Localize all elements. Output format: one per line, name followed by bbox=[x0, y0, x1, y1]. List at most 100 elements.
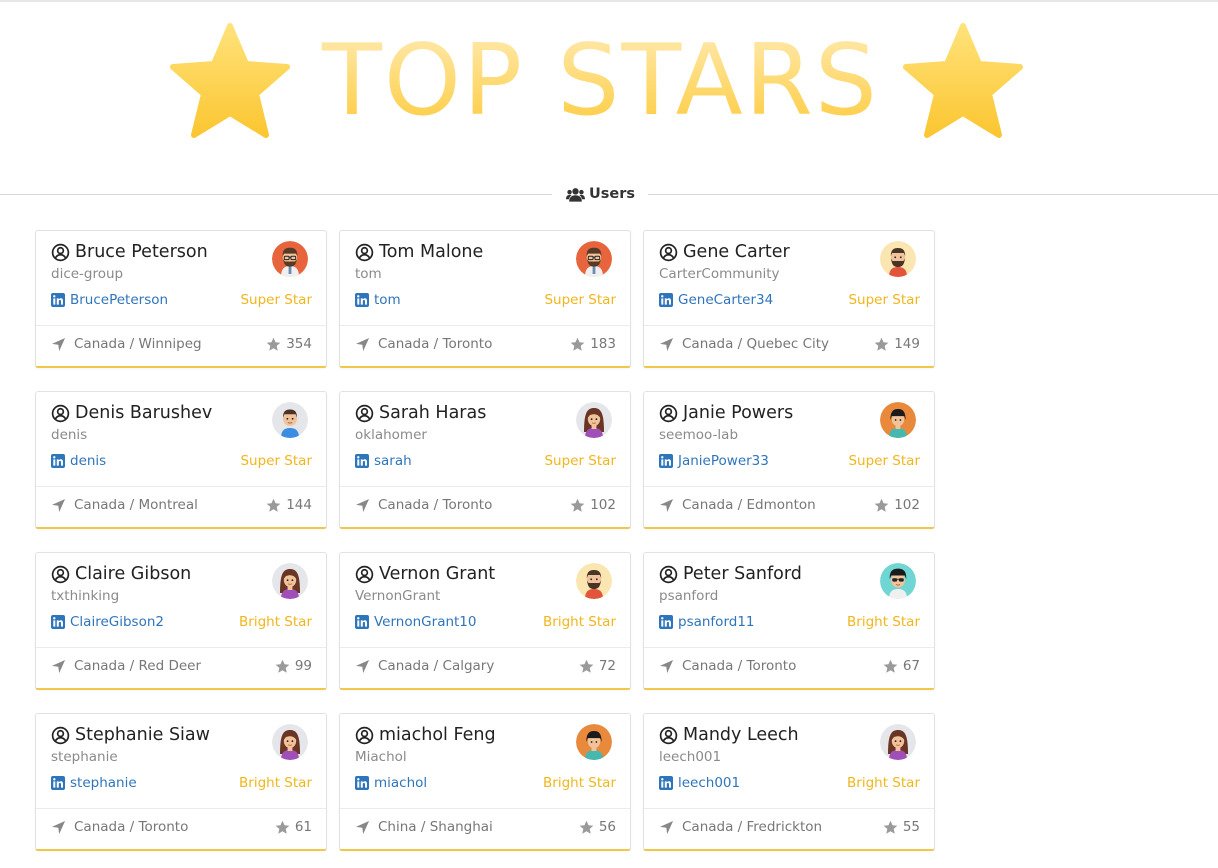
linkedin-link[interactable]: VernonGrant10 bbox=[355, 614, 477, 630]
star-icon bbox=[570, 337, 585, 351]
man-beard-yellow-icon bbox=[576, 563, 612, 599]
user-card[interactable]: Stephanie Siaw stephanie stephanie Brigh… bbox=[35, 713, 327, 851]
avatar bbox=[272, 724, 308, 760]
user-card[interactable]: Claire Gibson txthinking ClaireGibson2 B… bbox=[35, 552, 327, 690]
user-name[interactable]: Claire Gibson bbox=[75, 564, 191, 584]
user-name[interactable]: Stephanie Siaw bbox=[75, 725, 210, 745]
user-location: Canada / Toronto bbox=[355, 336, 492, 352]
user-card[interactable]: Peter Sanford psanford psanford11 Bright… bbox=[643, 552, 935, 690]
user-name-row[interactable]: Stephanie Siaw bbox=[51, 725, 210, 745]
location-arrow-icon bbox=[51, 659, 66, 673]
location-arrow-icon bbox=[51, 337, 66, 351]
linkedin-icon bbox=[51, 776, 65, 790]
user-card[interactable]: Gene Carter CarterCommunity GeneCarter34… bbox=[643, 230, 935, 368]
linkedin-username[interactable]: denis bbox=[70, 453, 106, 469]
user-name-row[interactable]: Denis Barushev bbox=[51, 403, 212, 423]
location-separator: / bbox=[429, 336, 443, 352]
linkedin-username[interactable]: JaniePower33 bbox=[678, 453, 769, 469]
user-card[interactable]: Sarah Haras oklahomer sarah Super Star C… bbox=[339, 391, 631, 529]
user-name-row[interactable]: Peter Sanford bbox=[659, 564, 802, 584]
user-card[interactable]: Denis Barushev denis denis Super Star Ca… bbox=[35, 391, 327, 529]
linkedin-link[interactable]: psanford11 bbox=[659, 614, 755, 630]
linkedin-username[interactable]: ClaireGibson2 bbox=[70, 614, 164, 630]
linkedin-link[interactable]: GeneCarter34 bbox=[659, 292, 773, 308]
location-city: Toronto bbox=[138, 819, 189, 835]
linkedin-username[interactable]: BrucePeterson bbox=[70, 292, 168, 308]
linkedin-username[interactable]: psanford11 bbox=[678, 614, 755, 630]
user-login: stephanie bbox=[51, 749, 118, 765]
user-location: Canada / Winnipeg bbox=[51, 336, 202, 352]
location-separator: / bbox=[733, 658, 747, 674]
linkedin-username[interactable]: stephanie bbox=[70, 775, 137, 791]
user-card[interactable]: Janie Powers seemoo-lab JaniePower33 Sup… bbox=[643, 391, 935, 529]
user-name[interactable]: Gene Carter bbox=[683, 242, 790, 262]
linkedin-link[interactable]: sarah bbox=[355, 453, 412, 469]
user-name-row[interactable]: Vernon Grant bbox=[355, 564, 495, 584]
card-divider bbox=[644, 325, 934, 326]
user-name[interactable]: Tom Malone bbox=[379, 242, 483, 262]
user-name[interactable]: Janie Powers bbox=[683, 403, 793, 423]
location-separator: / bbox=[429, 497, 443, 513]
linkedin-username[interactable]: VernonGrant10 bbox=[374, 614, 477, 630]
linkedin-icon bbox=[355, 615, 369, 629]
user-name[interactable]: Vernon Grant bbox=[379, 564, 495, 584]
user-name[interactable]: Bruce Peterson bbox=[75, 242, 208, 262]
linkedin-link[interactable]: stephanie bbox=[51, 775, 137, 791]
linkedin-username[interactable]: tom bbox=[374, 292, 401, 308]
location-city: Toronto bbox=[442, 497, 493, 513]
linkedin-username[interactable]: sarah bbox=[374, 453, 412, 469]
user-login: txthinking bbox=[51, 588, 120, 604]
user-name-row[interactable]: Mandy Leech bbox=[659, 725, 799, 745]
user-card[interactable]: miachol Feng Miachol miachol Bright Star… bbox=[339, 713, 631, 851]
linkedin-link[interactable]: denis bbox=[51, 453, 106, 469]
star-rank-badge: Super Star bbox=[544, 453, 616, 469]
linkedin-link[interactable]: tom bbox=[355, 292, 401, 308]
user-name[interactable]: miachol Feng bbox=[379, 725, 496, 745]
location-country: Canada bbox=[682, 336, 734, 352]
star-count: 67 bbox=[883, 658, 920, 674]
linkedin-link[interactable]: miachol bbox=[355, 775, 427, 791]
user-circle-icon bbox=[355, 404, 374, 422]
user-location: Canada / Toronto bbox=[659, 658, 796, 674]
user-login: oklahomer bbox=[355, 427, 427, 443]
card-divider bbox=[340, 647, 630, 648]
star-icon bbox=[266, 498, 281, 512]
star-icon bbox=[579, 820, 594, 834]
card-divider bbox=[644, 808, 934, 809]
user-name[interactable]: Denis Barushev bbox=[75, 403, 212, 423]
linkedin-username[interactable]: leech001 bbox=[678, 775, 740, 791]
user-name-row[interactable]: Sarah Haras bbox=[355, 403, 486, 423]
user-name-row[interactable]: Tom Malone bbox=[355, 242, 483, 262]
location-text: Canada / Calgary bbox=[378, 658, 494, 674]
user-card[interactable]: Mandy Leech leech001 leech001 Bright Sta… bbox=[643, 713, 935, 851]
linkedin-link[interactable]: BrucePeterson bbox=[51, 292, 168, 308]
location-arrow-icon bbox=[51, 820, 66, 834]
user-name-row[interactable]: miachol Feng bbox=[355, 725, 496, 745]
star-count-value: 55 bbox=[902, 819, 920, 835]
user-circle-icon bbox=[51, 243, 70, 261]
user-name-row[interactable]: Claire Gibson bbox=[51, 564, 191, 584]
woman-brown-hair-icon bbox=[272, 563, 308, 599]
star-count-value: 102 bbox=[894, 497, 920, 513]
location-country: Canada bbox=[378, 497, 430, 513]
section-divider: Users bbox=[0, 184, 1218, 204]
linkedin-link[interactable]: leech001 bbox=[659, 775, 740, 791]
linkedin-link[interactable]: JaniePower33 bbox=[659, 453, 769, 469]
linkedin-username[interactable]: GeneCarter34 bbox=[678, 292, 773, 308]
user-login: denis bbox=[51, 427, 88, 443]
user-card[interactable]: Vernon Grant VernonGrant VernonGrant10 B… bbox=[339, 552, 631, 690]
linkedin-link[interactable]: ClaireGibson2 bbox=[51, 614, 164, 630]
user-name[interactable]: Sarah Haras bbox=[379, 403, 486, 423]
user-login: CarterCommunity bbox=[659, 266, 780, 282]
user-name-row[interactable]: Janie Powers bbox=[659, 403, 793, 423]
user-name[interactable]: Mandy Leech bbox=[683, 725, 799, 745]
user-card[interactable]: Tom Malone tom tom Super Star Canada / T… bbox=[339, 230, 631, 368]
user-card[interactable]: Bruce Peterson dice-group BrucePeterson … bbox=[35, 230, 327, 368]
user-name-row[interactable]: Gene Carter bbox=[659, 242, 790, 262]
user-name-row[interactable]: Bruce Peterson bbox=[51, 242, 208, 262]
user-circle-icon bbox=[355, 726, 374, 744]
location-city: Calgary bbox=[442, 658, 495, 674]
location-text: Canada / Quebec City bbox=[682, 336, 829, 352]
user-name[interactable]: Peter Sanford bbox=[683, 564, 802, 584]
linkedin-username[interactable]: miachol bbox=[374, 775, 427, 791]
